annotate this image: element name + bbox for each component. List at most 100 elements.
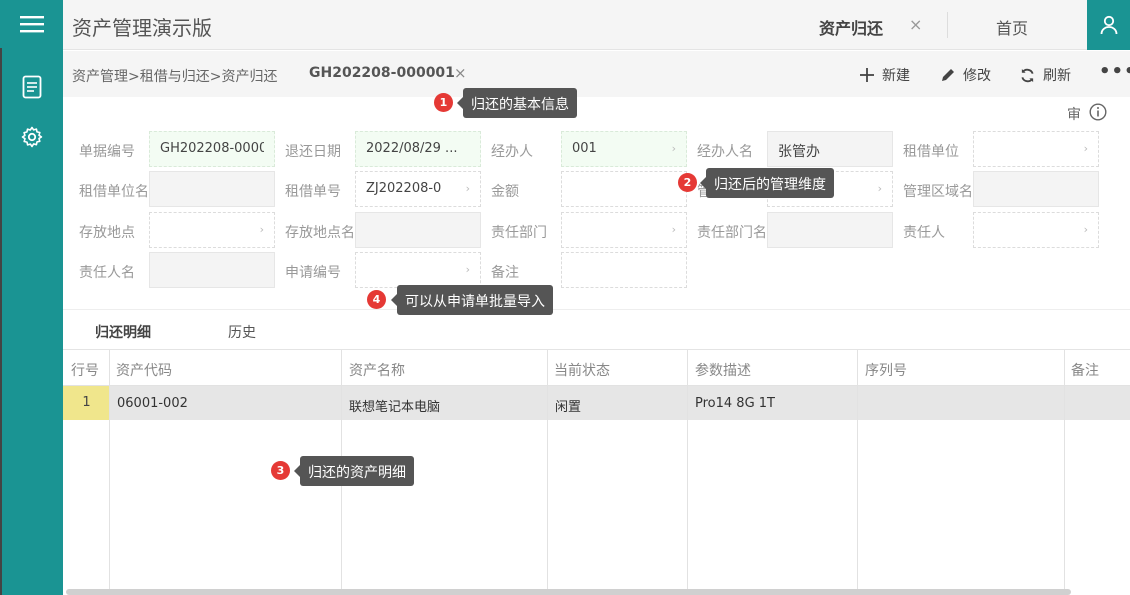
row-number-cell[interactable]: 1 (63, 386, 110, 420)
chevron-right-icon: › (671, 223, 676, 236)
tab-close-icon[interactable]: × (909, 15, 922, 34)
doc-no-field[interactable]: GH202208-000001 (149, 131, 275, 167)
return-date-value: 2022/08/29 ... (366, 141, 458, 156)
tab-return-detail[interactable]: 归还明细 (95, 322, 151, 342)
lease-unit-name-field (149, 171, 275, 207)
person-label: 责任人 (903, 225, 945, 241)
callout-asset-detail: 归还的资产明细 (294, 456, 414, 486)
refresh-icon (1021, 68, 1034, 82)
column-divider (857, 350, 858, 595)
lease-no-field[interactable]: ZJ202208-0 › (355, 171, 481, 207)
column-divider (1064, 350, 1065, 595)
hamburger-menu-icon[interactable] (0, 0, 63, 48)
document-tab[interactable]: GH202208-000001 (309, 65, 455, 81)
chevron-right-icon: › (259, 223, 264, 236)
dept-name-label: 责任部门名 (697, 225, 767, 241)
dept-field[interactable]: › (561, 212, 687, 248)
table-row[interactable] (63, 386, 1130, 420)
callout-badge-2: 2 (678, 173, 697, 192)
refresh-button[interactable]: 刷新 (1020, 65, 1071, 85)
callout-basic-info: 归还的基本信息 (457, 88, 577, 118)
chevron-right-icon: › (1083, 142, 1088, 155)
apply-no-label: 申请编号 (285, 265, 341, 281)
user-avatar-icon[interactable] (1087, 0, 1130, 50)
amount-field[interactable] (561, 171, 687, 207)
handler-field[interactable]: 001 › (561, 131, 687, 167)
tab-asset-return[interactable]: 资产归还 (819, 15, 883, 39)
column-divider (109, 350, 110, 595)
chevron-right-icon: › (465, 263, 470, 276)
column-divider (687, 350, 688, 595)
edit-button-label: 修改 (963, 68, 991, 84)
location-name-field (355, 212, 481, 248)
mgmt-area-name-label: 管理区域名 (903, 184, 973, 200)
window-edge (0, 48, 2, 595)
lease-unit-field[interactable]: › (973, 131, 1099, 167)
callout-badge-1: 1 (434, 93, 453, 112)
callout-badge-4: 4 (367, 290, 386, 309)
col-status[interactable]: 当前状态 (554, 360, 610, 380)
toolbar: 资产管理>租借与归还>资产归还 GH202208-000001 × 新建 修改 … (63, 51, 1130, 97)
handler-name-field: 张管办 (767, 131, 893, 167)
dept-name-field (767, 212, 893, 248)
more-options-icon[interactable]: ••• (1099, 61, 1130, 82)
location-field[interactable]: › (149, 212, 275, 248)
remark-field[interactable] (561, 252, 687, 288)
callout-mgmt-dimension: 归还后的管理维度 (700, 168, 834, 198)
audit-label[interactable]: 审 (1067, 104, 1081, 124)
return-date-label: 退还日期 (285, 144, 341, 160)
cell-asset-code[interactable]: 06001-002 (117, 396, 188, 411)
chevron-right-icon: › (671, 142, 676, 155)
settings-gear-icon[interactable] (0, 113, 63, 161)
tab-home[interactable]: 首页 (996, 15, 1028, 39)
lease-unit-label: 租借单位 (903, 144, 959, 160)
return-date-field[interactable]: 2022/08/29 ... (355, 131, 481, 167)
edit-button[interactable]: 修改 (941, 65, 991, 85)
handler-name-label: 经办人名 (697, 144, 753, 160)
col-asset-name[interactable]: 资产名称 (349, 360, 405, 380)
horizontal-scrollbar[interactable] (66, 589, 1071, 595)
tab-history[interactable]: 历史 (228, 322, 256, 342)
plus-icon (860, 68, 874, 82)
handler-name-value: 张管办 (778, 144, 820, 160)
document-icon[interactable] (0, 63, 63, 111)
top-bar: 资产管理演示版 资产归还 × 首页 (63, 0, 1130, 50)
col-serial[interactable]: 序列号 (865, 360, 907, 380)
cell-param-desc[interactable]: Pro14 8G 1T (695, 396, 775, 411)
lease-no-value: ZJ202208-0 (366, 181, 442, 196)
col-line[interactable]: 行号 (71, 360, 99, 380)
left-sidebar (0, 0, 63, 595)
col-param-desc[interactable]: 参数描述 (695, 360, 751, 380)
col-remark[interactable]: 备注 (1071, 360, 1099, 380)
tab-divider (947, 12, 948, 38)
callout-badge-3: 3 (271, 461, 290, 480)
cell-asset-name[interactable]: 联想笔记本电脑 (349, 396, 440, 415)
callout-batch-import: 可以从申请单批量导入 (391, 285, 553, 315)
person-field[interactable]: › (973, 212, 1099, 248)
document-tab-close-icon[interactable]: × (454, 64, 467, 82)
amount-label: 金额 (491, 184, 519, 200)
person-name-label: 责任人名 (79, 265, 135, 281)
apply-no-field[interactable]: › (355, 252, 481, 288)
detail-tabs: 归还明细 历史 (63, 309, 1130, 350)
app-title: 资产管理演示版 (72, 16, 212, 40)
chevron-right-icon: › (877, 182, 882, 195)
handler-label: 经办人 (491, 144, 533, 160)
location-label: 存放地点 (79, 225, 135, 241)
person-name-field (149, 252, 275, 288)
handler-value: 001 (572, 141, 597, 156)
cell-status[interactable]: 闲置 (555, 396, 581, 415)
chevron-right-icon: › (465, 182, 470, 195)
refresh-button-label: 刷新 (1043, 68, 1071, 84)
new-button[interactable]: 新建 (860, 65, 910, 85)
lease-no-label: 租借单号 (285, 184, 341, 200)
breadcrumb[interactable]: 资产管理>租借与归还>资产归还 (72, 66, 277, 86)
chevron-right-icon: › (1083, 223, 1088, 236)
column-divider (547, 350, 548, 595)
col-asset-code[interactable]: 资产代码 (116, 360, 172, 380)
remark-label: 备注 (491, 265, 519, 281)
mgmt-area-name-field (973, 171, 1099, 207)
pencil-icon (942, 69, 954, 81)
location-name-label: 存放地点名 (285, 225, 355, 241)
info-icon[interactable] (1089, 103, 1107, 125)
